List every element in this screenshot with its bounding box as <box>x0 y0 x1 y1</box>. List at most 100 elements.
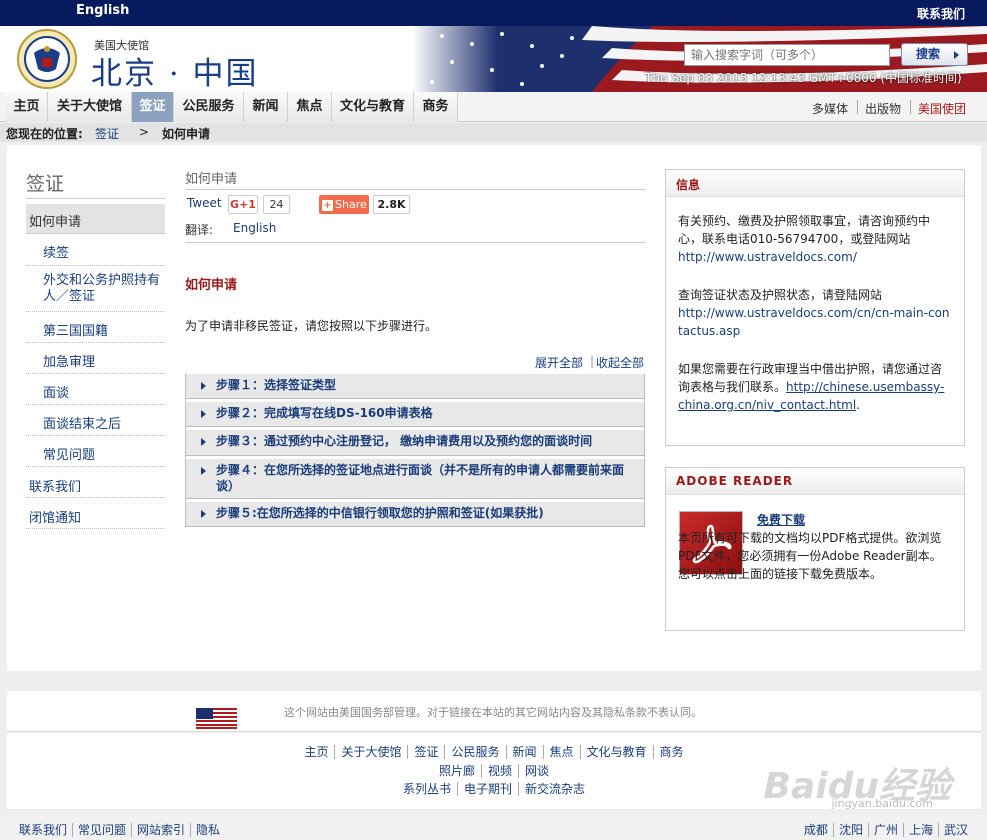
left-nav-faq[interactable]: 常见问题 <box>26 437 165 467</box>
footer-link-ejournal[interactable]: 电子期刊 <box>457 782 519 796</box>
datetime-display: Thu Sep 03 2015 12:13:43 GMT+0800 (中国标准时… <box>645 71 962 85</box>
step-5-toggle[interactable]: 步骤５:在您所选择的中信银行领取您的护照和签证(如果获批) <box>185 501 645 527</box>
info-paragraph-2: 查询签证状态及护照状态，请登陆网站 http://www.ustraveldoc… <box>678 286 950 340</box>
consulate-chengdu[interactable]: 成都 <box>798 823 834 837</box>
step-4-toggle[interactable]: 步骤４：在您所选择的签证地点进行面谈（并不是所有的申请人都需要前来面谈） <box>185 458 645 499</box>
nav-multimedia[interactable]: 多媒体 <box>812 100 848 117</box>
us-flag-icon <box>196 708 237 729</box>
footer-link-home[interactable]: 主页 <box>298 745 336 759</box>
nav-home[interactable]: 主页 <box>6 92 48 122</box>
nav-about[interactable]: 关于大使馆 <box>48 92 132 122</box>
google-plus-button[interactable]: G+1 <box>228 195 258 214</box>
divider <box>185 189 645 190</box>
consulate-shanghai[interactable]: 上海 <box>903 823 939 837</box>
consulate-guangzhou[interactable]: 广州 <box>868 823 904 837</box>
step-label: 步骤３：通过预约中心注册登记， 缴纳申请费用以及预约您的面谈时间 <box>216 434 593 448</box>
step-label: 步骤５:在您所选择的中信银行领取您的护照和签证(如果获批) <box>216 506 544 520</box>
left-nav-how-to-apply[interactable]: 如何申请 <box>26 204 165 234</box>
translate-english-link[interactable]: English <box>233 221 276 235</box>
nav-divider <box>857 100 858 114</box>
nav-us-mission[interactable]: 美国使团 <box>918 100 966 117</box>
footer-bottom-left: 联系我们 常见问题 网站索引 隐私 <box>14 821 225 838</box>
footer-faq[interactable]: 常见问题 <box>73 823 133 837</box>
nav-citizen-services[interactable]: 公民服务 <box>174 92 244 122</box>
divider <box>185 242 645 243</box>
header-banner: 美国大使馆 北京 · 中国 搜索 Thu Sep 03 2015 12:13:4… <box>0 26 987 92</box>
step-label: 步骤４：在您所选择的签证地点进行面谈（并不是所有的申请人都需要前来面谈） <box>216 463 625 493</box>
step-2-toggle[interactable]: 步骤２：完成填写在线DS-160申请表格 <box>185 401 645 427</box>
nav-business[interactable]: 商务 <box>414 92 458 122</box>
footer-link-series[interactable]: 系列丛书 <box>396 782 458 796</box>
main-nav: 主页 关于大使馆 签证 公民服务 新闻 焦点 文化与教育 商务 多媒体 出版物 … <box>0 92 987 122</box>
intro-text: 为了申请非移民签证，请您按照以下步骤进行。 <box>185 319 438 333</box>
share-button[interactable]: + Share <box>319 195 369 214</box>
left-nav-third-country[interactable]: 第三国国籍 <box>26 313 165 343</box>
search-arrow-icon <box>954 51 959 59</box>
ustraveldocs-link[interactable]: http://www.ustraveldocs.com/ <box>678 250 857 264</box>
step-arrow-icon <box>201 438 206 446</box>
nav-news[interactable]: 新闻 <box>244 92 288 122</box>
left-nav-interview[interactable]: 面谈 <box>26 375 165 405</box>
nav-focus[interactable]: 焦点 <box>288 92 332 122</box>
breadcrumb-prefix: 您现在的位置: <box>6 127 83 141</box>
nav-divider <box>910 100 911 114</box>
breadcrumb-parent-link[interactable]: 签证 <box>95 125 119 142</box>
left-nav-diplomatic-passport[interactable]: 外交和公务护照持有人／签证 <box>26 267 165 312</box>
step-arrow-icon <box>201 467 206 475</box>
left-nav-after-interview[interactable]: 面谈结束之后 <box>26 406 165 436</box>
footer-link-magazine[interactable]: 新交流杂志 <box>519 782 591 796</box>
left-nav-expedited[interactable]: 加急审理 <box>26 344 165 374</box>
footer-link-citizen[interactable]: 公民服务 <box>445 745 507 759</box>
footer-contact[interactable]: 联系我们 <box>14 823 74 837</box>
footer-link-visa[interactable]: 签证 <box>408 745 446 759</box>
info-text: 查询签证状态及护照状态，请登陆网站 <box>678 288 883 302</box>
footer-link-video[interactable]: 视频 <box>481 764 519 778</box>
footer-privacy[interactable]: 隐私 <box>191 823 225 837</box>
plus-icon: + <box>322 200 333 211</box>
google-plus-count: 24 <box>263 195 290 214</box>
page-title: 如何申请 <box>185 172 238 187</box>
footer-disclaimer-text: 这个网站由美国国务部管理。对于链接在本站的其它网站内容及其隐私条款不表认同。 <box>284 706 702 719</box>
main-content: 签证 如何申请 续签 外交和公务护照持有人／签证 第三国国籍 加急审理 面谈 面… <box>7 145 981 671</box>
footer-link-about[interactable]: 关于大使馆 <box>335 745 409 759</box>
nav-publications[interactable]: 出版物 <box>865 100 901 117</box>
footer-link-webchat[interactable]: 网谈 <box>519 764 555 778</box>
left-nav-renewal[interactable]: 续签 <box>26 236 165 266</box>
consulate-shenyang[interactable]: 沈阳 <box>833 823 869 837</box>
embassy-seal-icon[interactable] <box>14 29 80 89</box>
contact-us-link[interactable]: 联系我们 <box>917 5 965 22</box>
breadcrumb-current: 如何申请 <box>162 127 211 141</box>
step-arrow-icon <box>201 382 206 390</box>
left-nav-contact[interactable]: 联系我们 <box>26 468 165 498</box>
left-nav-closure-notice[interactable]: 闭馆通知 <box>26 499 165 529</box>
footer-link-focus[interactable]: 焦点 <box>543 745 581 759</box>
contactus-link[interactable]: http://www.ustraveldocs.com/cn/cn-main-c… <box>678 306 950 338</box>
expand-all-link[interactable]: 展开全部 <box>535 354 583 371</box>
search-input[interactable] <box>684 44 890 66</box>
footer-link-news[interactable]: 新闻 <box>506 745 544 759</box>
footer-sitemap[interactable]: 网站索引 <box>132 823 192 837</box>
consulate-wuhan[interactable]: 武汉 <box>939 823 973 837</box>
nav-visa[interactable]: 签证 <box>132 92 174 122</box>
section-heading: 如何申请 <box>185 278 238 293</box>
footer-link-business[interactable]: 商务 <box>654 745 690 759</box>
info-text: 有关预约、缴费及护照领取事宜，请咨询预约中心，联系电话010-56794700，… <box>678 214 931 246</box>
translate-label: 翻译: <box>185 223 214 237</box>
adobe-description: 本页所有可下载的文档均以PDF格式提供。欲浏览PDF文件，您必须拥有一份Adob… <box>678 511 950 583</box>
step-label: 步骤１：选择签证类型 <box>216 378 337 392</box>
footer-link-photos[interactable]: 照片廊 <box>432 764 482 778</box>
divider <box>26 198 165 199</box>
tweet-button[interactable]: Tweet <box>187 196 222 210</box>
step-3-toggle[interactable]: 步骤３：通过预约中心注册登记， 缴纳申请费用以及预约您的面谈时间 <box>185 429 645 456</box>
collapse-all-link[interactable]: 收起全部 <box>596 354 644 371</box>
step-label: 步骤２：完成填写在线DS-160申请表格 <box>216 406 433 420</box>
nav-culture-education[interactable]: 文化与教育 <box>332 92 414 122</box>
step-1-toggle[interactable]: 步骤１：选择签证类型 <box>185 373 645 399</box>
footer-link-culture[interactable]: 文化与教育 <box>580 745 654 759</box>
language-link-english[interactable]: English <box>76 3 129 18</box>
info-text-end: . <box>856 398 860 412</box>
site-title[interactable]: 北京 · 中国 <box>91 48 259 92</box>
search-button[interactable]: 搜索 <box>901 43 968 66</box>
info-box: 信息 有关预约、缴费及护照领取事宜，请咨询预约中心，联系电话010-567947… <box>665 169 965 446</box>
